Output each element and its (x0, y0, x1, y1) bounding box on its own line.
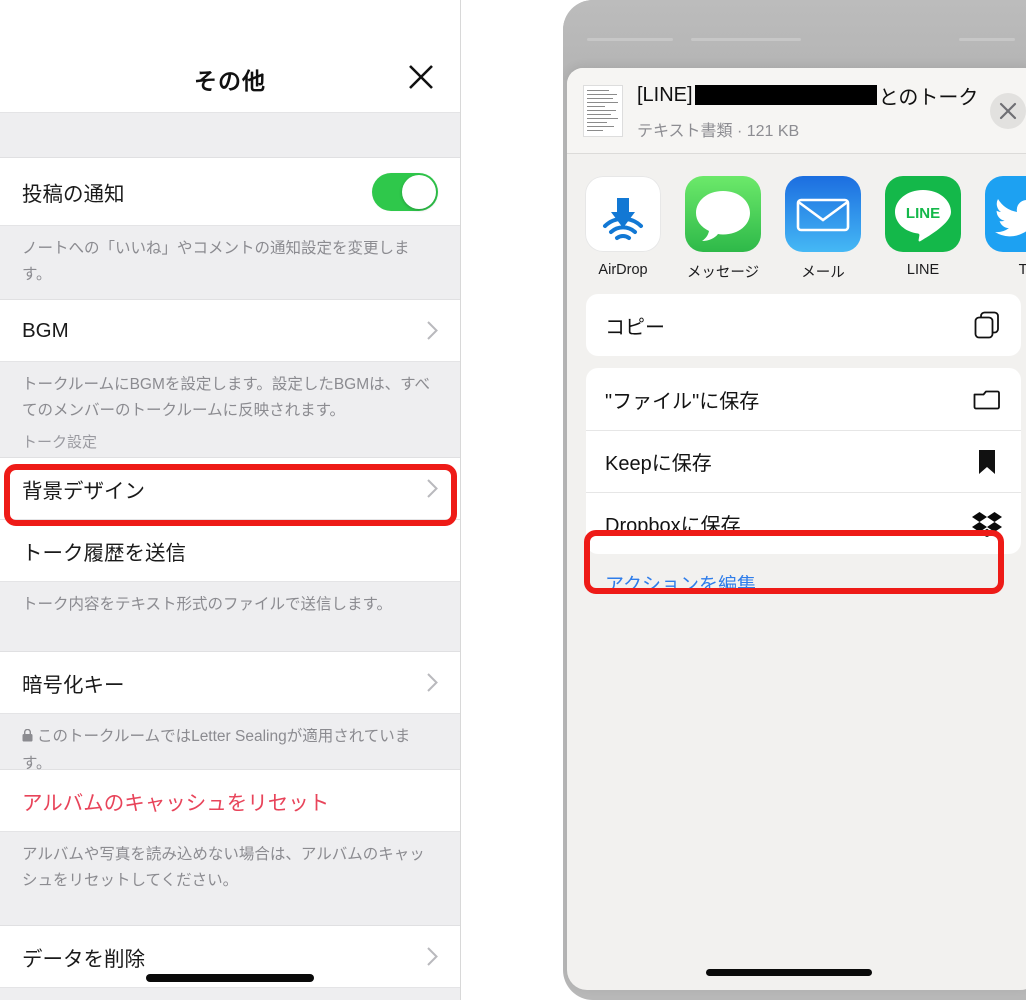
row-send-talk-history[interactable]: トーク履歴を送信 (0, 520, 460, 582)
action-row-copy[interactable]: コピー (586, 294, 1021, 356)
chevron-right-icon (427, 479, 438, 498)
toggle-knob (402, 174, 436, 209)
text-document-thumbnail-icon (583, 84, 623, 137)
phone-screen: [LINE] とのトーク テキスト書類 · 121 KB AirDrop メッセ… (563, 0, 1026, 1000)
page-title: その他 (194, 68, 266, 94)
dimmed-placeholder-line (587, 38, 673, 41)
shared-file-title: [LINE] とのトーク (637, 81, 982, 110)
share-target-label: AirDrop (598, 262, 648, 278)
chevron-right-icon (427, 321, 438, 340)
home-indicator (146, 974, 314, 982)
action-group-copy: コピー (586, 294, 1021, 356)
share-target-label: メッセージ (686, 265, 760, 281)
shared-file-meta: テキスト書類 · 121 KB (637, 122, 800, 140)
airdrop-icon (585, 176, 661, 252)
panel-header: その他 (0, 0, 460, 113)
row-label: アルバムのキャッシュをリセット (22, 791, 330, 815)
dimmed-placeholder-line (691, 38, 801, 41)
redacted-name-bar (694, 85, 877, 105)
row-label: データを削除 (22, 947, 145, 971)
row-label: BGM (22, 318, 69, 342)
row-description: ノートへの「いいね」やコメントの通知設定を変更します。 (0, 226, 460, 300)
action-label: "ファイル"に保存 (605, 390, 760, 413)
close-icon[interactable] (406, 62, 436, 92)
share-target-label: メール (801, 265, 845, 281)
bookmark-icon (972, 447, 1002, 477)
row-label: トーク履歴を送信 (22, 541, 186, 565)
action-row-save-to-dropbox[interactable]: Dropboxに保存 (586, 492, 1021, 554)
section-spacer (0, 113, 460, 158)
share-sheet: [LINE] とのトーク テキスト書類 · 121 KB AirDrop メッセ… (567, 68, 1026, 990)
chevron-right-icon (427, 673, 438, 692)
row-background-design[interactable]: 背景デザイン (0, 458, 460, 520)
talk-settings-subheading: トーク設定 (22, 434, 98, 452)
share-target-label: T (1018, 262, 1026, 278)
line-icon: LINE (885, 176, 961, 252)
action-group-save: "ファイル"に保存 Keepに保存 Dropboxに保存 (586, 368, 1021, 554)
action-label: Keepに保存 (605, 453, 712, 475)
row-label: 暗号化キー (22, 673, 125, 697)
ios-share-sheet-panel: [LINE] とのトーク テキスト書類 · 121 KB AirDrop メッセ… (563, 0, 1026, 1000)
svg-text:LINE: LINE (906, 205, 940, 222)
share-target-messages[interactable]: メッセージ (685, 176, 761, 282)
row-description: アルバムや写真を読み込めない場合は、アルバムのキャッシュをリセットしてください。 (0, 832, 460, 926)
dropbox-icon (972, 509, 1002, 539)
row-description: トークルームにBGMを設定します。設定したBGMは、すべてのメンバーのトークルー… (0, 362, 460, 458)
home-indicator (706, 969, 873, 976)
row-description: このトークルームではLetter Sealingが適用されています。 (0, 714, 460, 772)
row-post-notification[interactable]: 投稿の通知 (0, 158, 460, 226)
row-label: 投稿の通知 (22, 182, 125, 206)
share-sheet-header: [LINE] とのトーク テキスト書類 · 121 KB (567, 68, 1026, 154)
file-title-suffix: とのトーク (878, 86, 979, 109)
twitter-icon (985, 176, 1026, 252)
edit-actions-link[interactable]: アクションを編集... (567, 566, 1026, 597)
encryption-description-text: このトークルームではLetter Sealingが適用されています。 (22, 728, 411, 772)
action-label: コピー (605, 316, 665, 339)
action-row-save-to-files[interactable]: "ファイル"に保存 (586, 368, 1021, 430)
share-target-mail[interactable]: メール (785, 176, 861, 282)
bgm-description-text: トークルームにBGMを設定します。設定したBGMは、すべてのメンバーのトークルー… (22, 376, 431, 419)
share-target-twitter[interactable]: T (985, 176, 1026, 282)
folder-icon (972, 384, 1002, 414)
row-label: 背景デザイン (22, 479, 145, 503)
share-sheet-header-text: [LINE] とのトーク テキスト書類 · 121 KB (637, 81, 982, 141)
row-bgm[interactable]: BGM (0, 300, 460, 362)
close-icon[interactable] (990, 92, 1026, 129)
copy-icon (972, 310, 1002, 340)
lock-icon (22, 725, 33, 751)
row-description: データタイプや期間を選択してデータを削除します。 (0, 988, 460, 1000)
mail-icon (785, 176, 861, 252)
row-reset-album-cache[interactable]: アルバムのキャッシュをリセット (0, 770, 460, 832)
line-settings-panel: その他 投稿の通知 ノートへの「いいね」やコメントの通知設定を変更します。 BG… (0, 0, 461, 1000)
share-targets-row: AirDrop メッセージ メール LINE LINE T (567, 154, 1026, 294)
post-notification-toggle[interactable] (372, 172, 438, 211)
row-description: トーク内容をテキスト形式のファイルで送信します。 (0, 582, 460, 652)
share-target-line[interactable]: LINE LINE (885, 176, 961, 282)
row-encryption-key[interactable]: 暗号化キー (0, 652, 460, 714)
share-target-label: LINE (906, 262, 940, 278)
action-row-save-to-keep[interactable]: Keepに保存 (586, 430, 1021, 492)
file-title-prefix: [LINE] (637, 83, 693, 106)
dimmed-placeholder-line (959, 38, 1015, 41)
share-target-airdrop[interactable]: AirDrop (585, 176, 661, 282)
action-label: Dropboxに保存 (605, 515, 741, 537)
chevron-right-icon (427, 947, 438, 966)
messages-icon (685, 176, 761, 252)
